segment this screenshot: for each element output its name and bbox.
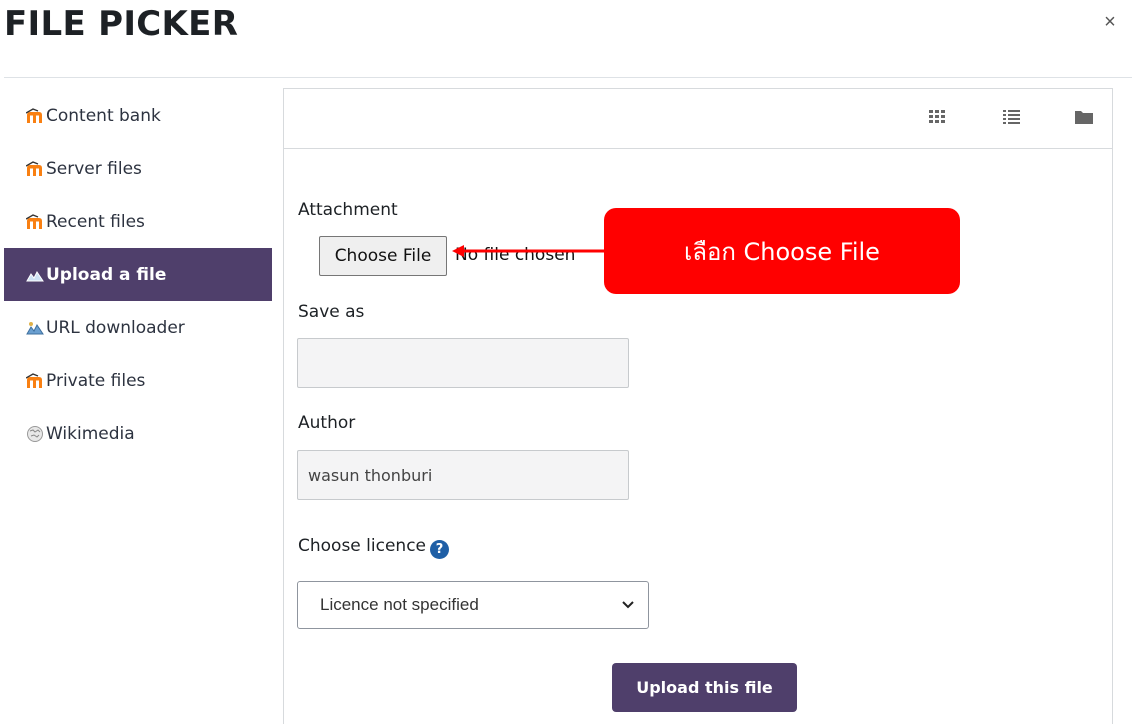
licence-label-row: Choose licence? <box>298 536 449 559</box>
sidebar-item-recent-files[interactable]: Recent files <box>4 195 272 248</box>
folder-view-icon[interactable] <box>1073 107 1097 129</box>
view-toolbar <box>284 89 1112 149</box>
sidebar-item-label: Upload a file <box>46 264 167 285</box>
licence-select[interactable]: Licence not specified <box>297 581 649 629</box>
moodle-icon <box>26 107 44 125</box>
sidebar-item-private-files[interactable]: Private files <box>4 354 272 407</box>
header-divider <box>4 77 1132 78</box>
sidebar-item-label: Content bank <box>46 106 161 126</box>
help-icon[interactable]: ? <box>430 540 449 559</box>
sidebar-item-label: URL downloader <box>46 317 185 338</box>
attachment-label: Attachment <box>298 200 398 220</box>
author-label: Author <box>298 413 356 433</box>
chevron-down-icon <box>620 596 636 612</box>
choose-file-button[interactable]: Choose File <box>319 236 447 276</box>
close-icon[interactable]: × <box>1100 10 1120 34</box>
licence-label: Choose licence <box>298 536 426 556</box>
sidebar-item-upload-a-file[interactable]: Upload a file <box>4 248 272 301</box>
list-view-icon[interactable] <box>1001 107 1025 129</box>
moodle-icon <box>26 372 44 390</box>
moodle-icon <box>26 160 44 178</box>
annotation-callout: เลือก Choose File <box>604 208 960 294</box>
wikimedia-icon <box>26 425 44 443</box>
sidebar-item-wikimedia[interactable]: Wikimedia <box>4 407 272 460</box>
sidebar-item-label: Private files <box>46 370 146 391</box>
sidebar-item-url-downloader[interactable]: URL downloader <box>4 301 272 354</box>
sidebar-item-server-files[interactable]: Server files <box>4 142 272 195</box>
annotation-arrow <box>452 245 610 257</box>
sidebar-item-content-bank[interactable]: Content bank <box>4 90 272 142</box>
save-as-input[interactable] <box>297 338 629 388</box>
repository-sidebar: Content bank Server files Recent files U… <box>4 90 272 460</box>
upload-this-file-button[interactable]: Upload this file <box>612 663 797 712</box>
sidebar-item-label: Server files <box>46 158 142 179</box>
licence-selected-value: Licence not specified <box>320 595 479 614</box>
dialog-title: FILE PICKER <box>4 4 239 44</box>
moodle-icon <box>26 213 44 231</box>
grid-view-icon[interactable] <box>927 107 951 129</box>
save-as-label: Save as <box>298 302 365 322</box>
author-input[interactable]: wasun thonburi <box>297 450 629 500</box>
upload-icon <box>26 266 44 284</box>
url-downloader-icon <box>26 319 44 337</box>
sidebar-item-label: Wikimedia <box>46 423 135 444</box>
sidebar-item-label: Recent files <box>46 211 145 232</box>
